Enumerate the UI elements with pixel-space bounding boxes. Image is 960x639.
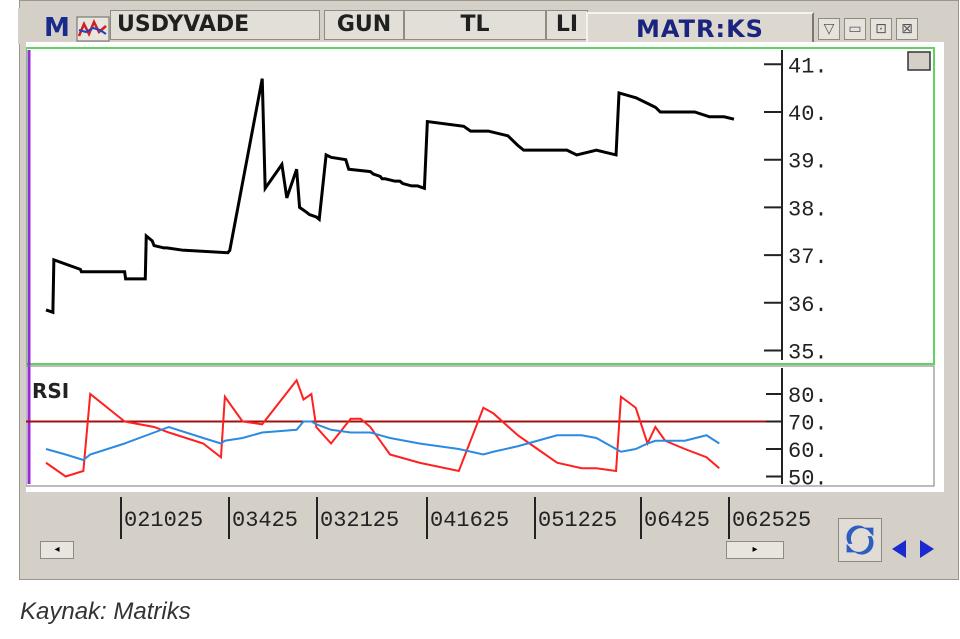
arrow-left-icon	[892, 540, 906, 558]
x-axis-label: 051225	[538, 508, 618, 533]
x-axis-label: 041625	[430, 508, 510, 533]
currency-field[interactable]: TL	[404, 10, 546, 40]
dropdown-icon[interactable]: ▽	[818, 18, 840, 40]
x-axis-label: 021025	[124, 508, 204, 533]
chart-kind-field[interactable]: LI	[546, 10, 588, 40]
x-axis-label: 03425	[232, 508, 299, 533]
refresh-icon[interactable]	[838, 518, 882, 562]
source-caption: Kaynak: Matriks	[20, 598, 191, 625]
x-axis-label: 032125	[320, 508, 400, 533]
title-bar: M USDYVADE GUN TL LI MATR:KS ▽ ▭ ⊡ ⊠	[18, 8, 942, 46]
chart-plot-area: 41. 40. 39. 38. 37. 36. 35. RSI 80. 70.60. 50.	[26, 42, 944, 492]
arrow-right-icon	[920, 540, 934, 558]
symbol-field[interactable]: USDYVADE	[110, 10, 320, 40]
price-tick-label: 35.	[788, 340, 828, 365]
x-axis-tick	[120, 497, 122, 539]
close-icon[interactable]: ⊠	[896, 18, 918, 40]
x-axis-tick	[316, 497, 318, 539]
navigation-arrows[interactable]	[888, 536, 938, 562]
scroll-right-button[interactable]: ▸	[726, 541, 784, 559]
matriks-brand-button[interactable]: MATR:KS	[586, 12, 814, 46]
price-tick-label: 36.	[788, 293, 828, 318]
x-axis-tick	[228, 497, 230, 539]
rsi-title: RSI	[32, 379, 69, 403]
minimize-icon[interactable]: ▭	[844, 18, 866, 40]
period-field[interactable]: GUN	[324, 10, 404, 40]
rsi-tick-label: 70.	[788, 412, 828, 437]
panel-toggle-icon	[907, 51, 931, 71]
x-axis-tick	[426, 497, 428, 539]
x-axis-tick	[640, 497, 642, 539]
price-tick-label: 38.	[788, 197, 828, 222]
scroll-left-button[interactable]: ◂	[40, 541, 74, 559]
rsi-tick-label: 50.	[788, 467, 828, 492]
matriks-logo-letter: M	[44, 13, 70, 43]
x-axis-tick	[728, 497, 730, 539]
chart-type-icon[interactable]	[76, 16, 110, 42]
price-tick-label: 39.	[788, 150, 828, 175]
restore-icon[interactable]: ⊡	[870, 18, 892, 40]
price-tick-label: 41.	[788, 54, 828, 79]
rsi-tick-label: 80.	[788, 384, 828, 409]
x-axis-tick	[534, 497, 536, 539]
rsi-tick-label: 60.	[788, 439, 828, 464]
x-axis-label: 06425	[644, 508, 711, 533]
price-tick-label: 40.	[788, 102, 828, 127]
price-tick-label: 37.	[788, 245, 828, 270]
x-axis-label: 062525	[732, 508, 812, 533]
